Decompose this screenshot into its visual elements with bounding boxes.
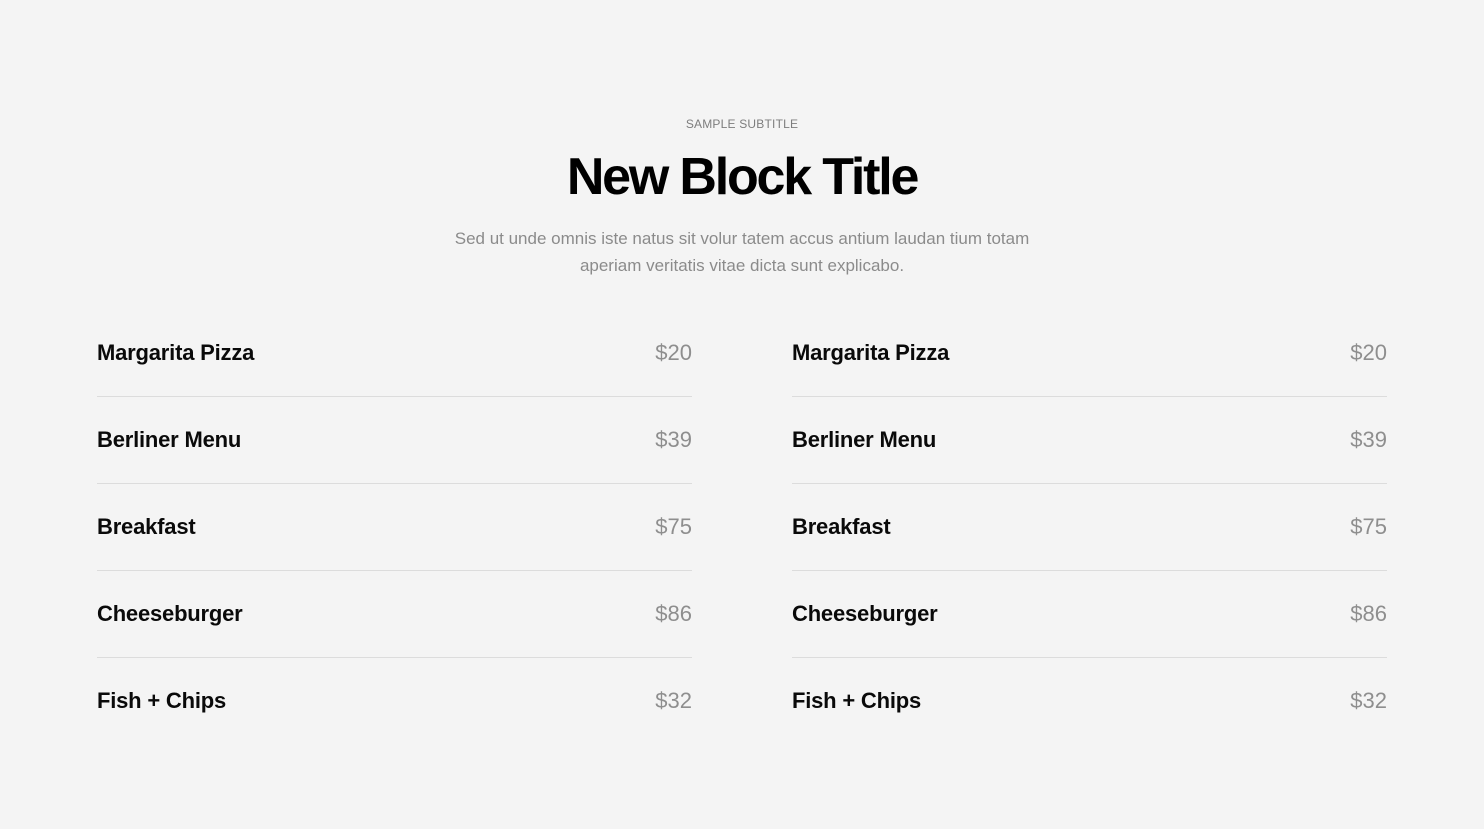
menu-column-right: Margarita Pizza $20 Berliner Menu $39 Br… xyxy=(792,310,1387,744)
menu-item: Berliner Menu $39 xyxy=(97,397,692,484)
section-subtitle: SAMPLE SUBTITLE xyxy=(685,117,799,131)
menu-item-price: $32 xyxy=(1350,688,1387,713)
menu-item: Fish + Chips $32 xyxy=(97,658,692,744)
menu-item-name: Breakfast xyxy=(792,514,891,539)
menu-item: Margarita Pizza $20 xyxy=(792,310,1387,397)
menu-item-name: Berliner Menu xyxy=(97,427,242,452)
menu-column-left: Margarita Pizza $20 Berliner Menu $39 Br… xyxy=(97,310,692,744)
page: SAMPLE SUBTITLE New Block Title Sed ut u… xyxy=(0,0,1484,829)
menu-item: Margarita Pizza $20 xyxy=(97,310,692,397)
menu-item-name: Berliner Menu xyxy=(792,427,937,452)
menu-item-price: $86 xyxy=(655,601,692,626)
menu-item-price: $20 xyxy=(1350,340,1387,365)
menu-item-name: Cheeseburger xyxy=(97,601,243,626)
menu-item-price: $39 xyxy=(1350,427,1387,452)
menu-item-name: Breakfast xyxy=(97,514,196,539)
menu-item-price: $20 xyxy=(655,340,692,365)
menu-item: Breakfast $75 xyxy=(97,484,692,571)
menu-item: Berliner Menu $39 xyxy=(792,397,1387,484)
menu-item-price: $32 xyxy=(655,688,692,713)
menu-item-name: Cheeseburger xyxy=(792,601,938,626)
menu-item-name: Margarita Pizza xyxy=(97,340,255,365)
menu-item-price: $39 xyxy=(655,427,692,452)
menu-item-price: $86 xyxy=(1350,601,1387,626)
menu-item-price: $75 xyxy=(655,514,692,539)
section-description: Sed ut unde omnis iste natus sit volur t… xyxy=(454,229,1030,275)
section-title: New Block Title xyxy=(566,148,920,206)
menu-item-price: $75 xyxy=(1350,514,1387,539)
menu-item-name: Fish + Chips xyxy=(792,688,922,713)
section-header: SAMPLE SUBTITLE New Block Title Sed ut u… xyxy=(0,115,1484,279)
menu-item-name: Margarita Pizza xyxy=(792,340,950,365)
menu-item-name: Fish + Chips xyxy=(97,688,227,713)
menu-item: Cheeseburger $86 xyxy=(792,571,1387,658)
menu-item: Fish + Chips $32 xyxy=(792,658,1387,744)
menu-item: Breakfast $75 xyxy=(792,484,1387,571)
menu-item: Cheeseburger $86 xyxy=(97,571,692,658)
